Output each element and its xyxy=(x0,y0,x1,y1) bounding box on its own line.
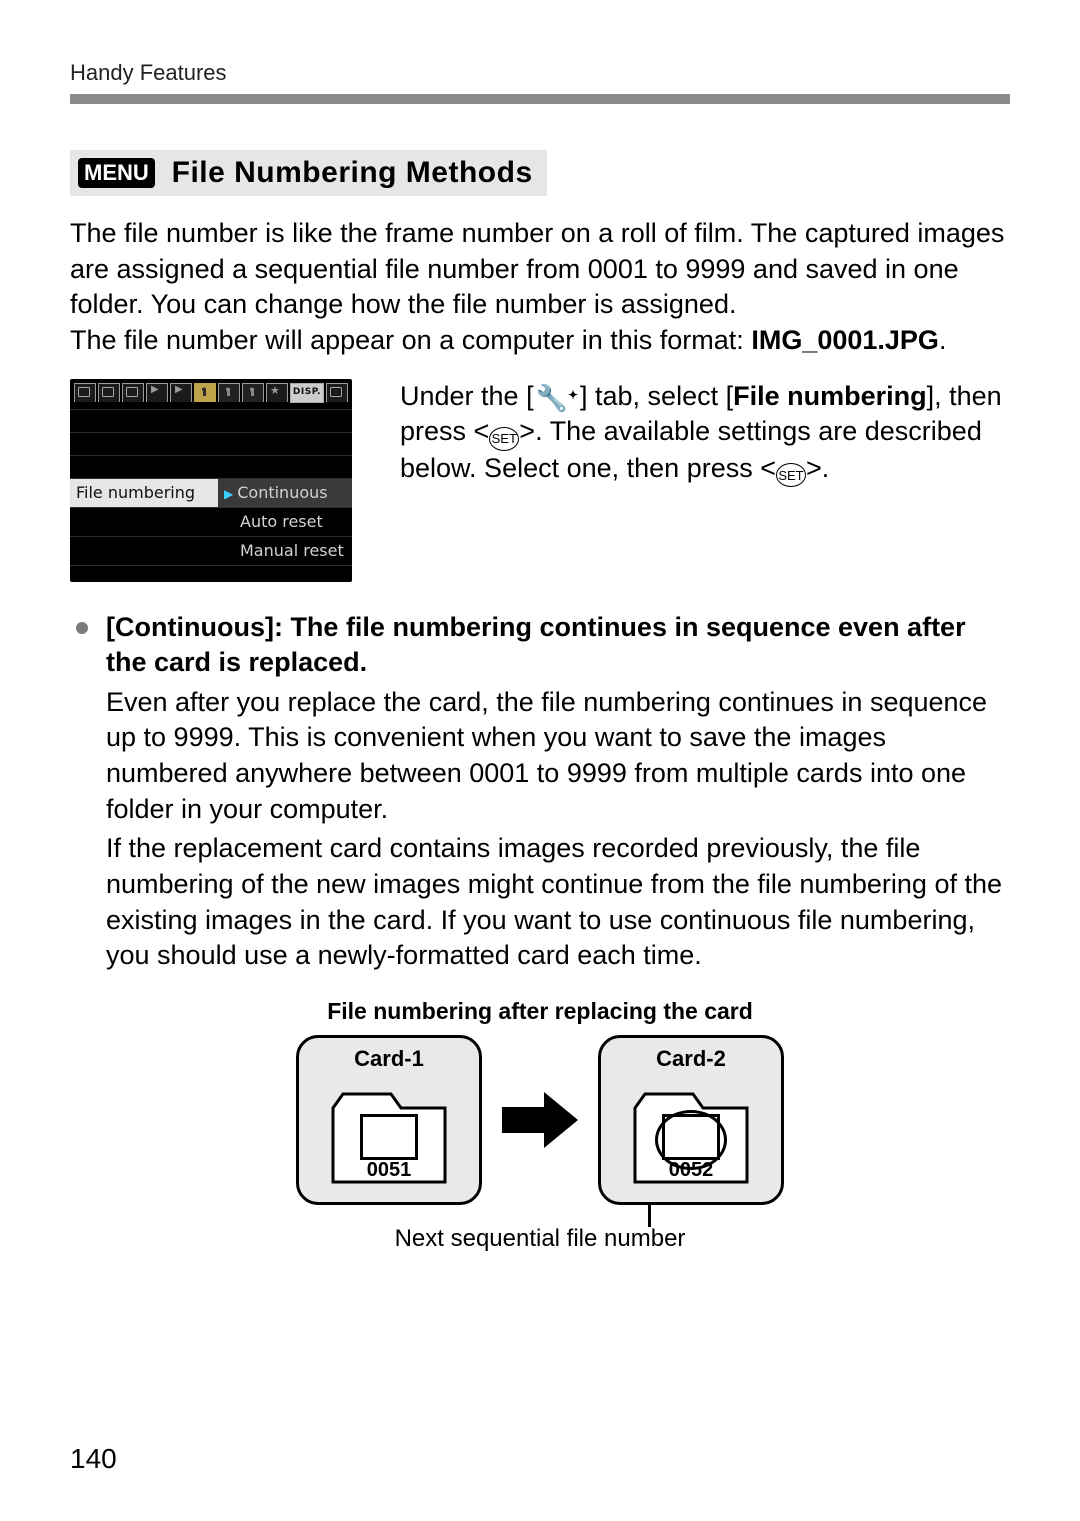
option-continuous: Continuous xyxy=(237,483,327,502)
diagram-callout: Next sequential file number xyxy=(70,1225,1010,1253)
menu-bottom-bar xyxy=(70,565,352,582)
folder-icon: 0051 xyxy=(327,1084,451,1188)
wrench-icon: 🔧✦ xyxy=(536,381,578,415)
intro-filename: IMG_0001.JPG xyxy=(751,325,939,355)
menu-option-row: Manual reset xyxy=(70,536,352,565)
tab-setup-2-icon xyxy=(218,383,240,402)
card-1-label: Card-1 xyxy=(299,1046,479,1072)
arrow-icon xyxy=(502,1092,578,1148)
rhs-t1e: >. xyxy=(806,453,829,483)
bullet-head: [Continuous]: The file numbering continu… xyxy=(106,610,1010,681)
tab-shoot-1-icon xyxy=(74,383,96,402)
tab-play-1-icon xyxy=(146,383,168,402)
tab-setup-1-icon xyxy=(194,383,216,402)
menu-blank-row xyxy=(70,409,352,432)
tab-shoot-2-icon xyxy=(98,383,120,402)
header-rule xyxy=(70,94,1010,104)
rhs-t1b: ] tab, select [ xyxy=(580,381,733,411)
rhs-t1a: Under the [ xyxy=(400,381,534,411)
page-number: 140 xyxy=(70,1443,117,1475)
running-head: Handy Features xyxy=(70,60,1010,86)
selection-indicator-icon: ▶ xyxy=(224,487,233,501)
section-title-text: File Numbering Methods xyxy=(172,156,533,189)
tab-mymenu-icon xyxy=(266,383,288,402)
set-button-icon: SET xyxy=(489,427,519,451)
option-auto-reset: Auto reset xyxy=(218,512,352,531)
menu-row-label: File numbering xyxy=(70,479,218,507)
card-2-label: Card-2 xyxy=(601,1046,781,1072)
intro-period: . xyxy=(939,325,947,355)
image-file-icon xyxy=(360,1114,418,1160)
intro-line1: The file number is like the frame number… xyxy=(70,218,1004,319)
folder-icon: 0052 xyxy=(629,1084,753,1188)
tab-play-2-icon xyxy=(170,383,192,402)
card-replace-diagram: Card-1 0051 Card-2 xyxy=(296,1035,784,1205)
set-button-icon: SET xyxy=(776,463,806,487)
tab-info-icon xyxy=(326,383,348,402)
tab-disp: DISP. xyxy=(290,383,324,403)
tab-setup-3-icon xyxy=(242,383,264,402)
callout-connector xyxy=(648,1205,651,1227)
camera-menu-screenshot: DISP. File numbering ▶ Continuous Auto re… xyxy=(70,379,352,582)
intro-paragraph: The file number is like the frame number… xyxy=(70,216,1010,359)
instruction-text: Under the [🔧✦] tab, select [File numberi… xyxy=(400,379,1010,582)
menu-badge: MENU xyxy=(78,158,155,188)
menu-tab-strip: DISP. xyxy=(70,379,352,405)
intro-line2-prefix: The file number will appear on a compute… xyxy=(70,325,751,355)
bullet-continuous: [Continuous]: The file numbering continu… xyxy=(70,610,1010,974)
menu-row-file-numbering: File numbering ▶ Continuous xyxy=(70,478,352,507)
bullet-body-1: Even after you replace the card, the fil… xyxy=(106,685,1010,828)
rhs-bold-file-numbering: File numbering xyxy=(733,381,927,411)
tab-shoot-3-icon xyxy=(122,383,144,402)
card-1: Card-1 0051 xyxy=(296,1035,482,1205)
card-2: Card-2 0052 xyxy=(598,1035,784,1205)
menu-blank-row xyxy=(70,455,352,478)
menu-row-value: ▶ Continuous xyxy=(218,483,352,502)
option-manual-reset: Manual reset xyxy=(218,541,352,560)
bullet-body-2: If the replacement card contains images … xyxy=(106,831,1010,974)
card-2-number: 0052 xyxy=(629,1159,753,1182)
card-1-number: 0051 xyxy=(327,1159,451,1182)
menu-blank-row xyxy=(70,432,352,455)
section-title: MENU File Numbering Methods xyxy=(70,150,547,196)
diagram-title: File numbering after replacing the card xyxy=(70,998,1010,1025)
menu-option-row: Auto reset xyxy=(70,507,352,536)
